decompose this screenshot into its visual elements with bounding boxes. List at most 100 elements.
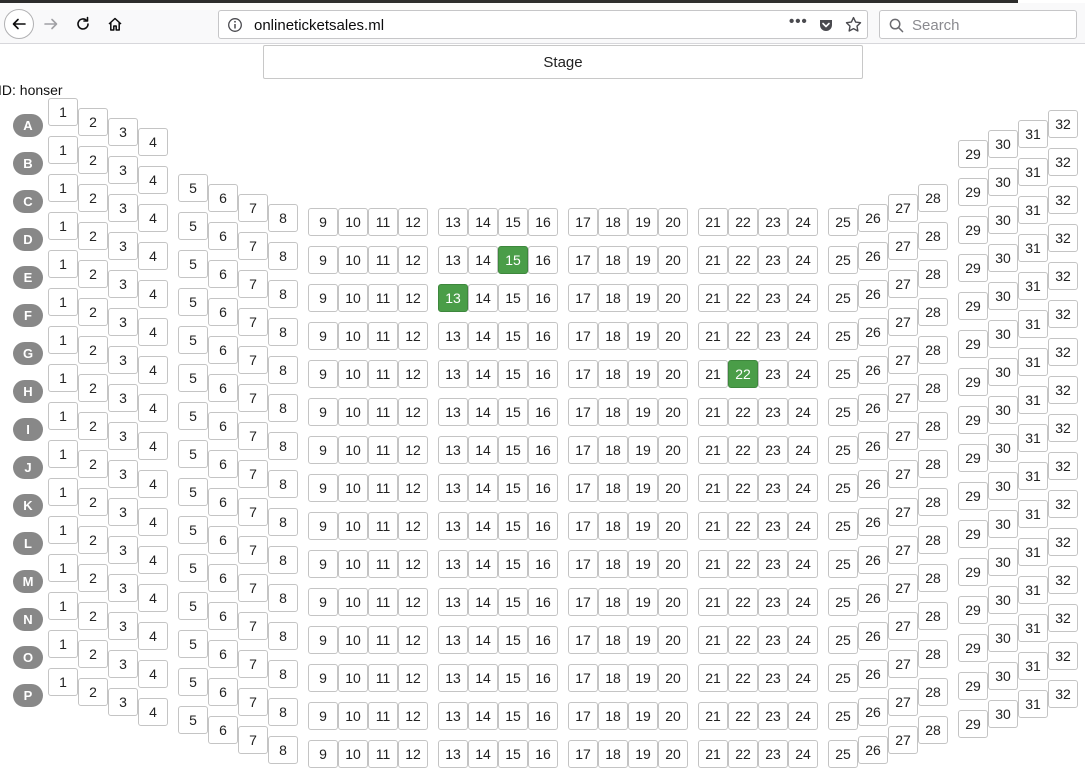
seat-p-31[interactable]: 31: [1018, 690, 1048, 718]
seat-h-32[interactable]: 32: [1048, 376, 1078, 404]
seat-n-32[interactable]: 32: [1048, 604, 1078, 632]
seat-d-6[interactable]: 6: [208, 260, 238, 288]
seat-l-31[interactable]: 31: [1018, 538, 1048, 566]
seat-b-21[interactable]: 21: [698, 208, 728, 236]
seat-g-23[interactable]: 23: [758, 398, 788, 426]
seat-n-21[interactable]: 21: [698, 664, 728, 692]
seat-l-26[interactable]: 26: [858, 584, 888, 612]
seat-a-29[interactable]: 29: [958, 140, 988, 168]
seat-h-31[interactable]: 31: [1018, 386, 1048, 414]
seat-o-9[interactable]: 9: [308, 702, 338, 730]
seat-g-19[interactable]: 19: [628, 398, 658, 426]
seat-e-21[interactable]: 21: [698, 322, 728, 350]
seat-d-7[interactable]: 7: [238, 270, 268, 298]
seat-f-17[interactable]: 17: [568, 360, 598, 388]
seat-c-19[interactable]: 19: [628, 246, 658, 274]
seat-i-5[interactable]: 5: [178, 440, 208, 468]
seat-i-25[interactable]: 25: [828, 474, 858, 502]
seat-b-5[interactable]: 5: [178, 174, 208, 202]
seat-j-25[interactable]: 25: [828, 512, 858, 540]
seat-f-2[interactable]: 2: [78, 298, 108, 326]
seat-f-3[interactable]: 3: [108, 308, 138, 336]
seat-k-32[interactable]: 32: [1048, 490, 1078, 518]
home-button[interactable]: [100, 9, 130, 39]
seat-c-12[interactable]: 12: [398, 246, 428, 274]
seat-m-20[interactable]: 20: [658, 626, 688, 654]
seat-d-1[interactable]: 1: [48, 212, 78, 240]
seat-h-18[interactable]: 18: [598, 436, 628, 464]
seat-j-15[interactable]: 15: [498, 512, 528, 540]
seat-g-15[interactable]: 15: [498, 398, 528, 426]
seat-l-15[interactable]: 15: [498, 588, 528, 616]
seat-l-18[interactable]: 18: [598, 588, 628, 616]
seat-b-22[interactable]: 22: [728, 208, 758, 236]
seat-k-25[interactable]: 25: [828, 550, 858, 578]
seat-c-17[interactable]: 17: [568, 246, 598, 274]
seat-c-27[interactable]: 27: [888, 232, 918, 260]
seat-m-26[interactable]: 26: [858, 622, 888, 650]
seat-b-27[interactable]: 27: [888, 194, 918, 222]
seat-k-18[interactable]: 18: [598, 550, 628, 578]
seat-b-11[interactable]: 11: [368, 208, 398, 236]
seat-c-3[interactable]: 3: [108, 194, 138, 222]
seat-j-2[interactable]: 2: [78, 450, 108, 478]
url-text[interactable]: onlineticketsales.ml: [254, 17, 384, 34]
seat-g-1[interactable]: 1: [48, 326, 78, 354]
seat-h-20[interactable]: 20: [658, 436, 688, 464]
seat-e-31[interactable]: 31: [1018, 272, 1048, 300]
seat-j-29[interactable]: 29: [958, 482, 988, 510]
seat-j-19[interactable]: 19: [628, 512, 658, 540]
seat-h-28[interactable]: 28: [918, 412, 948, 440]
seat-j-32[interactable]: 32: [1048, 452, 1078, 480]
seat-a-32[interactable]: 32: [1048, 110, 1078, 138]
seat-l-14[interactable]: 14: [468, 588, 498, 616]
seat-h-2[interactable]: 2: [78, 374, 108, 402]
seat-m-11[interactable]: 11: [368, 626, 398, 654]
seat-h-5[interactable]: 5: [178, 402, 208, 430]
seat-g-26[interactable]: 26: [858, 394, 888, 422]
seat-i-29[interactable]: 29: [958, 444, 988, 472]
seat-k-29[interactable]: 29: [958, 520, 988, 548]
seat-f-23[interactable]: 23: [758, 360, 788, 388]
seat-c-8[interactable]: 8: [268, 242, 298, 270]
seat-n-19[interactable]: 19: [628, 664, 658, 692]
seat-e-22[interactable]: 22: [728, 322, 758, 350]
seat-f-16[interactable]: 16: [528, 360, 558, 388]
seat-n-12[interactable]: 12: [398, 664, 428, 692]
seat-g-24[interactable]: 24: [788, 398, 818, 426]
seat-b-15[interactable]: 15: [498, 208, 528, 236]
seat-h-17[interactable]: 17: [568, 436, 598, 464]
seat-e-29[interactable]: 29: [958, 292, 988, 320]
seat-p-22[interactable]: 22: [728, 740, 758, 768]
seat-m-25[interactable]: 25: [828, 626, 858, 654]
seat-b-7[interactable]: 7: [238, 194, 268, 222]
seat-d-10[interactable]: 10: [338, 284, 368, 312]
seat-f-11[interactable]: 11: [368, 360, 398, 388]
seat-n-15[interactable]: 15: [498, 664, 528, 692]
seat-b-16[interactable]: 16: [528, 208, 558, 236]
seat-o-7[interactable]: 7: [238, 688, 268, 716]
seat-k-4[interactable]: 4: [138, 508, 168, 536]
seat-k-11[interactable]: 11: [368, 550, 398, 578]
seat-d-32[interactable]: 32: [1048, 224, 1078, 252]
seat-p-17[interactable]: 17: [568, 740, 598, 768]
seat-p-19[interactable]: 19: [628, 740, 658, 768]
back-button[interactable]: [4, 9, 34, 39]
seat-o-31[interactable]: 31: [1018, 652, 1048, 680]
seat-g-21[interactable]: 21: [698, 398, 728, 426]
seat-c-15[interactable]: 15: [498, 246, 528, 274]
seat-e-14[interactable]: 14: [468, 322, 498, 350]
seat-f-15[interactable]: 15: [498, 360, 528, 388]
seat-g-4[interactable]: 4: [138, 356, 168, 384]
seat-l-9[interactable]: 9: [308, 588, 338, 616]
seat-k-2[interactable]: 2: [78, 488, 108, 516]
seat-p-6[interactable]: 6: [208, 716, 238, 744]
seat-b-26[interactable]: 26: [858, 204, 888, 232]
seat-l-3[interactable]: 3: [108, 536, 138, 564]
seat-g-17[interactable]: 17: [568, 398, 598, 426]
seat-i-1[interactable]: 1: [48, 402, 78, 430]
seat-i-19[interactable]: 19: [628, 474, 658, 502]
seat-n-5[interactable]: 5: [178, 630, 208, 658]
seat-m-31[interactable]: 31: [1018, 576, 1048, 604]
seat-d-14[interactable]: 14: [468, 284, 498, 312]
